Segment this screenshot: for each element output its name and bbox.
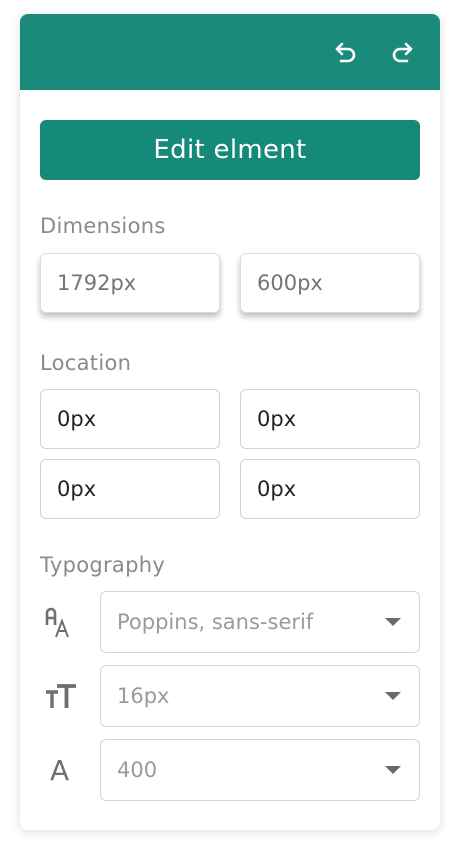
font-weight-glyph: A: [50, 753, 70, 787]
dimensions-row: [40, 253, 420, 313]
font-weight-row: A 400: [40, 739, 420, 801]
redo-icon: [392, 42, 413, 63]
font-size-value: 16px: [117, 684, 170, 708]
font-size-select[interactable]: 16px: [100, 665, 420, 727]
edit-element-button[interactable]: Edit elment: [40, 120, 420, 180]
location-left-input[interactable]: [240, 459, 420, 519]
chevron-down-icon: [385, 618, 401, 626]
font-family-value: Poppins, sans-serif: [117, 610, 314, 634]
font-size-row: 16px: [40, 665, 420, 727]
font-size-icon: [40, 665, 100, 727]
font-family-icon: [40, 591, 100, 653]
edit-panel: Edit elment Dimensions Location Typograp…: [20, 14, 440, 830]
font-weight-select[interactable]: 400: [100, 739, 420, 801]
location-label: Location: [40, 351, 132, 375]
height-input[interactable]: [240, 253, 420, 313]
location-row: [40, 459, 420, 519]
width-input[interactable]: [40, 253, 220, 313]
panel-header: [20, 14, 440, 90]
location-right-input[interactable]: [240, 389, 420, 449]
typography-label: Typography: [40, 553, 166, 577]
chevron-down-icon: [385, 692, 401, 700]
dimensions-label: Dimensions: [40, 214, 166, 238]
undo-button[interactable]: [330, 36, 362, 68]
location-top-input[interactable]: [40, 389, 220, 449]
font-family-row: Poppins, sans-serif: [40, 591, 420, 653]
font-family-select[interactable]: Poppins, sans-serif: [100, 591, 420, 653]
undo-icon: [335, 42, 356, 63]
location-bottom-input[interactable]: [40, 459, 220, 519]
font-weight-value: 400: [117, 758, 158, 782]
font-weight-icon: A: [40, 739, 100, 801]
chevron-down-icon: [385, 766, 401, 774]
redo-button[interactable]: [386, 36, 418, 68]
location-row: [40, 389, 420, 449]
